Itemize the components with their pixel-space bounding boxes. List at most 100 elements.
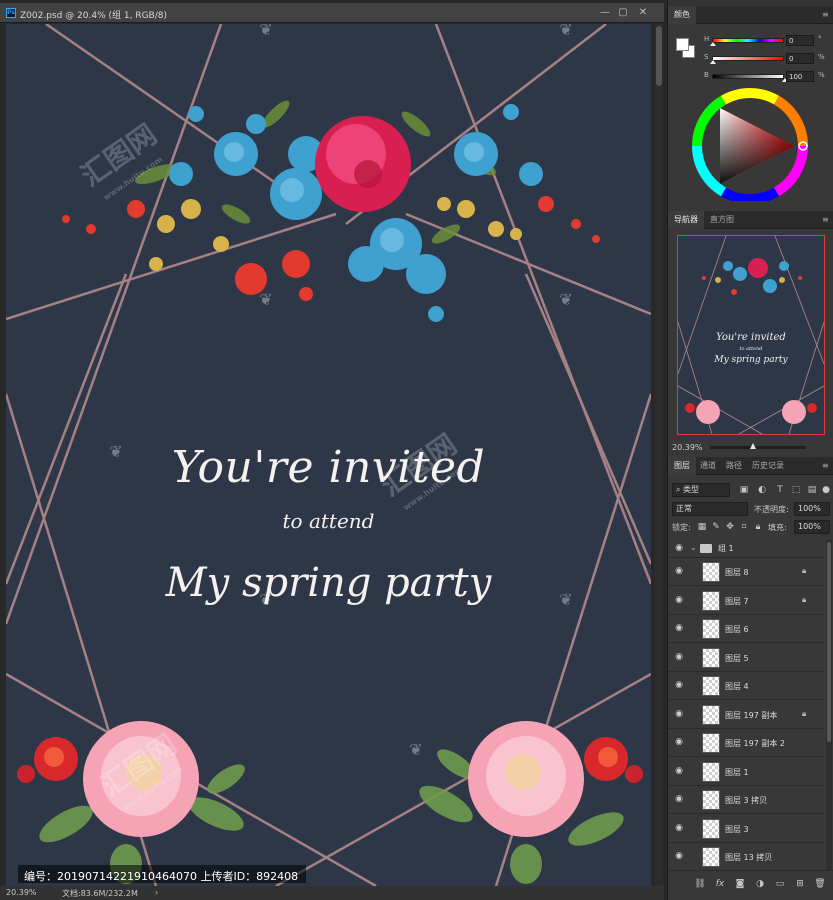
visibility-eye-icon[interactable]: ◉ xyxy=(673,680,685,690)
status-expand-arrow-icon[interactable]: › xyxy=(155,888,158,897)
visibility-eye-icon[interactable]: ◉ xyxy=(673,595,685,605)
visibility-eye-icon[interactable]: ◉ xyxy=(673,737,685,747)
folder-icon[interactable]: ▭ xyxy=(774,878,786,890)
adjustment-icon[interactable]: ◑ xyxy=(754,878,766,890)
brightness-value-field[interactable]: 100 xyxy=(786,71,814,82)
foreground-color-swatch[interactable] xyxy=(676,38,689,51)
layer-thumbnail[interactable] xyxy=(702,733,720,753)
layer-thumbnail[interactable] xyxy=(702,790,720,810)
tab-histogram[interactable]: 直方图 xyxy=(704,211,740,229)
layer-row[interactable]: ◉ 图层 3 拷贝 xyxy=(668,786,824,814)
status-zoom[interactable]: 20.39% xyxy=(6,888,37,897)
visibility-eye-icon[interactable]: ◉ xyxy=(673,823,685,833)
saturation-value-field[interactable]: 0 xyxy=(786,53,814,64)
tab-navigator[interactable]: 导航器 xyxy=(668,211,704,229)
filter-toggle-icon[interactable]: ● xyxy=(820,484,832,496)
layer-row[interactable]: ◉ 图层 1 xyxy=(668,757,824,786)
layer-name[interactable]: 图层 1 xyxy=(725,767,749,778)
layer-thumbnail[interactable] xyxy=(702,590,720,611)
saturation-slider[interactable] xyxy=(712,56,784,61)
layer-name[interactable]: 图层 13 拷贝 xyxy=(725,852,772,863)
document-tab[interactable]: Ps Z002.psd @ 20.4% (组 1, RGB/8) — ▢ ✕ xyxy=(0,3,664,23)
visibility-eye-icon[interactable]: ◉ xyxy=(673,851,685,861)
layer-thumbnail[interactable] xyxy=(702,647,720,668)
navigator-thumbnail[interactable]: You're invited to attend My spring party xyxy=(677,235,825,435)
layer-name[interactable]: 图层 7 xyxy=(725,596,749,607)
layer-row[interactable]: ◉ 图层 197 副本 🔒︎ xyxy=(668,700,824,729)
tab-layers[interactable]: 图层 xyxy=(668,457,696,475)
panel-menu-icon[interactable]: ≡ xyxy=(822,11,830,19)
fx-icon[interactable]: fx xyxy=(714,878,726,890)
tab-paths[interactable]: 路径 xyxy=(720,457,748,475)
layer-row[interactable]: ◉ 图层 8 🔒︎ xyxy=(668,558,824,586)
tab-channels[interactable]: 通道 xyxy=(694,457,722,475)
layer-name[interactable]: 图层 3 拷贝 xyxy=(725,795,767,806)
color-wheel[interactable] xyxy=(668,86,833,201)
minimize-button[interactable]: — xyxy=(598,7,612,19)
layer-name[interactable]: 图层 5 xyxy=(725,653,749,664)
link-icon[interactable]: ⛓ xyxy=(694,878,706,890)
layer-name[interactable]: 图层 6 xyxy=(725,624,749,635)
mask-icon[interactable]: ◙ xyxy=(734,878,746,890)
layer-name[interactable]: 图层 3 xyxy=(725,824,749,835)
blend-mode-select[interactable]: 正常 xyxy=(672,502,748,516)
maximize-button[interactable]: ▢ xyxy=(616,7,630,19)
scrollbar-thumb[interactable] xyxy=(656,26,662,86)
layer-name[interactable]: 图层 197 副本 2 xyxy=(725,738,785,749)
layer-thumbnail[interactable] xyxy=(702,619,720,639)
tab-history[interactable]: 历史记录 xyxy=(746,457,790,475)
navigator-zoom-value[interactable]: 20.39% xyxy=(672,443,703,452)
filter-type-icon[interactable]: T xyxy=(774,484,786,496)
lock-position-icon[interactable]: ✥ xyxy=(724,521,736,533)
lock-all-icon[interactable]: 🔒︎ xyxy=(752,521,764,533)
layer-row[interactable]: ◉ 图层 197 副本 2 xyxy=(668,729,824,757)
new-layer-icon[interactable]: ⊞ xyxy=(794,878,806,890)
layer-name[interactable]: 图层 8 xyxy=(725,567,749,578)
layer-thumbnail[interactable] xyxy=(702,704,720,725)
hue-slider-knob[interactable] xyxy=(710,42,716,46)
layer-row[interactable]: ◉ 图层 6 xyxy=(668,615,824,643)
layer-name[interactable]: 组 1 xyxy=(718,543,734,554)
layer-thumbnail[interactable] xyxy=(702,847,720,867)
hue-value-field[interactable]: 0 xyxy=(786,35,814,46)
layer-row[interactable]: ◉ 图层 5 xyxy=(668,643,824,672)
scrollbar-thumb[interactable] xyxy=(827,542,831,742)
visibility-eye-icon[interactable]: ◉ xyxy=(673,566,685,576)
tab-color[interactable]: 颜色 xyxy=(668,6,696,24)
close-button[interactable]: ✕ xyxy=(636,7,650,19)
trash-icon[interactable]: 🗑︎ xyxy=(814,878,826,890)
hue-slider[interactable] xyxy=(712,38,784,43)
layer-row[interactable]: ◉ 图层 3 xyxy=(668,814,824,843)
layer-name[interactable]: 图层 4 xyxy=(725,681,749,692)
layer-thumbnail[interactable] xyxy=(702,562,720,582)
visibility-eye-icon[interactable]: ◉ xyxy=(673,766,685,776)
lock-artboard-icon[interactable]: ⌗ xyxy=(738,521,750,533)
opacity-field[interactable]: 100% xyxy=(794,502,830,516)
visibility-eye-icon[interactable]: ◉ xyxy=(673,709,685,719)
fill-field[interactable]: 100% xyxy=(794,520,830,534)
visibility-eye-icon[interactable]: ◉ xyxy=(673,543,685,553)
navigator-zoom-slider[interactable] xyxy=(710,443,806,449)
layer-filter-kind-select[interactable]: ⌕ 类型 xyxy=(672,483,730,497)
layer-group-row[interactable]: ◉ ⌄ 组 1 xyxy=(668,540,824,558)
lock-image-icon[interactable]: ✎ xyxy=(710,521,722,533)
document-canvas[interactable]: You're invited to attend My spring party… xyxy=(6,24,651,886)
canvas-vertical-scrollbar[interactable] xyxy=(655,24,663,886)
filter-smart-object-icon[interactable]: ▤ xyxy=(806,484,818,496)
navigator-zoom-knob[interactable] xyxy=(750,443,756,449)
layer-name[interactable]: 图层 197 副本 xyxy=(725,710,777,721)
visibility-eye-icon[interactable]: ◉ xyxy=(673,652,685,662)
layer-list-scrollbar[interactable] xyxy=(826,540,832,870)
panel-menu-icon[interactable]: ≡ xyxy=(822,216,830,224)
visibility-eye-icon[interactable]: ◉ xyxy=(673,623,685,633)
layer-row[interactable]: ◉ 图层 13 拷贝 xyxy=(668,843,824,870)
layer-row[interactable]: ◉ 图层 4 xyxy=(668,672,824,700)
layer-thumbnail[interactable] xyxy=(702,761,720,782)
filter-adjustment-icon[interactable]: ◐ xyxy=(756,484,768,496)
filter-shape-icon[interactable]: ⬚ xyxy=(790,484,802,496)
filter-pixel-icon[interactable]: ▣ xyxy=(738,484,750,496)
layer-row[interactable]: ◉ 图层 7 🔒︎ xyxy=(668,586,824,615)
visibility-eye-icon[interactable]: ◉ xyxy=(673,794,685,804)
layer-thumbnail[interactable] xyxy=(702,818,720,839)
saturation-slider-knob[interactable] xyxy=(710,60,716,64)
